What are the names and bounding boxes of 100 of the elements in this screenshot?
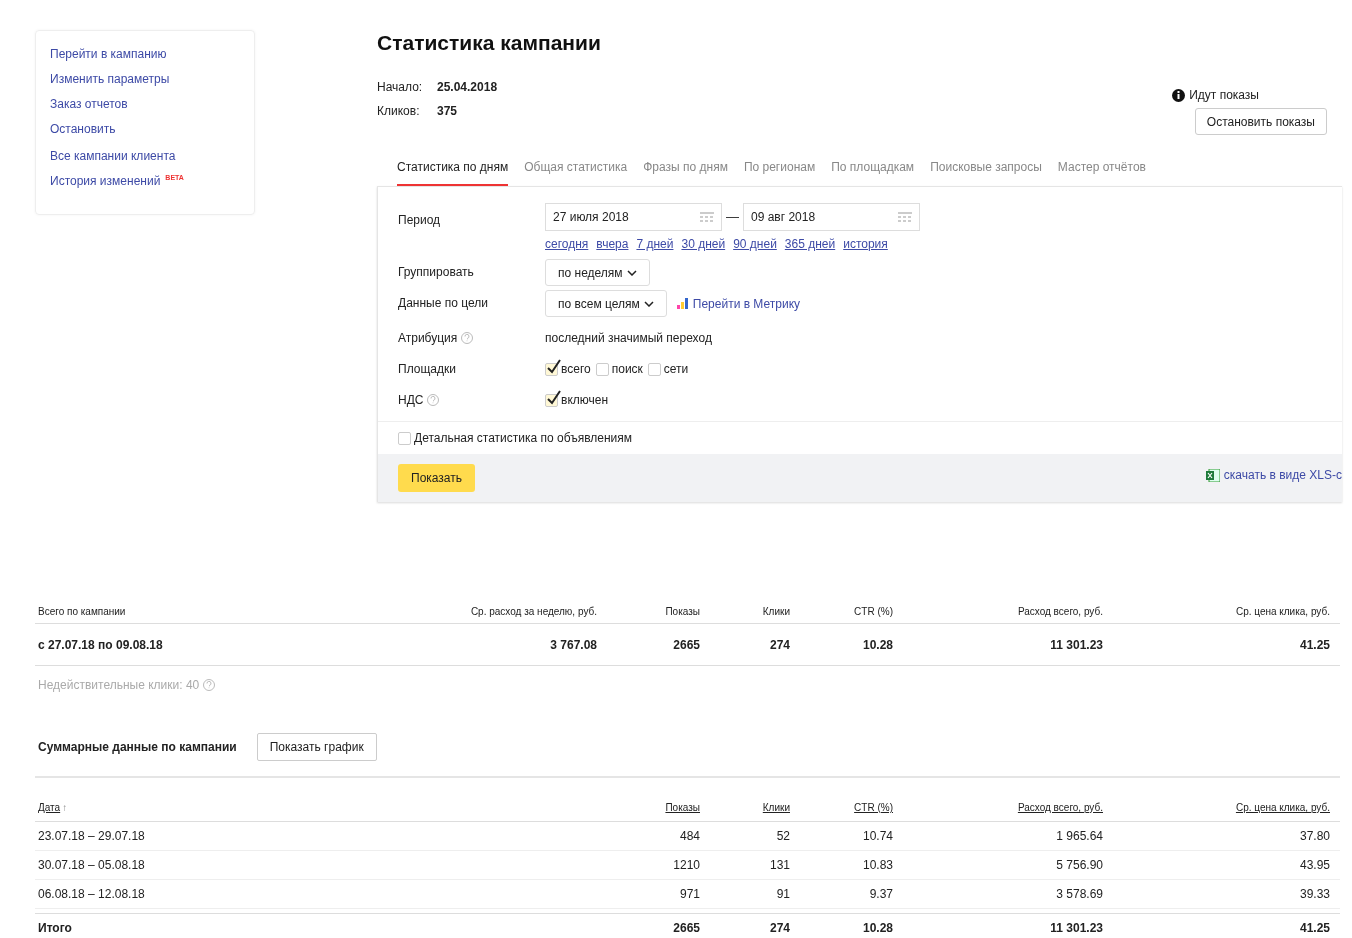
field-value: 375 — [437, 103, 458, 120]
column-header[interactable]: Клики — [762, 802, 790, 813]
table-cell-text: 10.83 — [861, 857, 894, 874]
table-cell-text: 274 — [768, 920, 791, 937]
field-label: Площадки — [398, 361, 456, 378]
stop-button[interactable]: Остановить показы — [1194, 108, 1327, 135]
tab[interactable]: По площадкам — [831, 158, 915, 186]
tab[interactable]: Фразы по дням — [643, 158, 728, 186]
table-cell-text: 30.07.18 – 05.08.18 — [37, 857, 146, 874]
tab[interactable]: Статистика по дням — [397, 158, 509, 186]
checkbox[interactable] — [545, 393, 558, 407]
table-cell-text: 3 578.69 — [1055, 886, 1104, 903]
chevron-down-icon — [643, 300, 654, 307]
table-cell-text: 37.80 — [1298, 828, 1331, 845]
table-cell-text: 43.95 — [1298, 857, 1331, 874]
date-field[interactable]: 09 авг 2018 — [743, 203, 920, 231]
table-cell-text: с 27.07.18 по 09.08.18 — [37, 636, 164, 654]
tab[interactable]: Мастер отчётов — [1057, 158, 1146, 186]
checkbox[interactable] — [398, 431, 411, 445]
period-link[interactable]: 365 дней — [784, 235, 836, 253]
tab[interactable]: Поисковые запросы — [930, 158, 1042, 186]
table-cell-text: 131 — [768, 857, 791, 874]
column-header[interactable]: Расход всего, руб. — [1017, 802, 1103, 813]
checkbox-label: Детальная статистика по объявлениям — [414, 430, 633, 447]
table-cell-text: 41.25 — [1298, 920, 1331, 937]
show-chart-button[interactable]: Показать график — [256, 733, 377, 761]
column-header: Показы — [664, 605, 701, 619]
period-link[interactable]: 90 дней — [733, 235, 777, 253]
column-header: Расход всего, руб. — [1016, 605, 1104, 619]
download-link[interactable]: скачать в виде XLS-с — [1205, 466, 1342, 484]
table-cell-text: 1210 — [672, 857, 701, 874]
checkbox[interactable] — [545, 362, 558, 376]
sidebar-link[interactable]: Перейти в кампанию — [50, 46, 240, 63]
period-link[interactable]: вчера — [596, 235, 629, 253]
table-cell-text: 9.37 — [868, 886, 894, 903]
column-header: Всего по кампании — [37, 605, 127, 619]
period-link[interactable]: история — [843, 235, 888, 253]
table-cell-text: 11 301.23 — [1049, 636, 1104, 654]
calendar-icon[interactable] — [898, 212, 912, 222]
checkbox-label: всего — [561, 361, 591, 378]
field-label: Начало: — [377, 79, 424, 96]
attribution-value: последний значимый переход — [545, 330, 712, 347]
table-cell-text: 39.33 — [1298, 886, 1331, 903]
column-header[interactable]: Дата — [38, 800, 61, 815]
period-link[interactable]: сегодня — [545, 235, 589, 253]
sidebar-link[interactable]: Заказ отчетов — [50, 96, 240, 113]
section-title: Суммарные данные по кампании — [38, 739, 237, 756]
table-cell-text: 91 — [775, 886, 791, 903]
info-icon — [1172, 88, 1186, 102]
column-header[interactable]: CTR (%) — [854, 802, 893, 813]
sort-arrow: ↑ — [62, 801, 68, 815]
table-cell-text: 1 965.64 — [1055, 828, 1104, 845]
calendar-icon[interactable] — [700, 212, 714, 222]
bar-chart-icon — [676, 298, 689, 309]
field-label: Кликов: — [377, 103, 421, 120]
tab[interactable]: По регионам — [743, 158, 816, 186]
field-value: 25.04.2018 — [437, 79, 498, 96]
period-link[interactable]: 30 дней — [681, 235, 726, 253]
select-dropdown[interactable]: по неделям — [545, 259, 650, 286]
column-header: Ср. расход за неделю, руб. — [469, 605, 598, 619]
invalid-clicks-text: Недействительные клики: 40 — [38, 677, 200, 694]
dash-text: — — [726, 208, 739, 227]
field-label: Данные по цели — [398, 295, 488, 312]
table-cell-text: 2665 — [672, 636, 701, 654]
table-cell-text: 3 767.08 — [549, 636, 598, 654]
column-header[interactable]: Показы — [665, 802, 700, 813]
status-text: Идут показы — [1189, 87, 1259, 104]
table-cell-text: 52 — [775, 828, 791, 845]
table-cell-text: 2665 — [672, 920, 701, 937]
field-label: Группировать — [398, 264, 474, 281]
table-cell-text: 10.28 — [861, 920, 894, 937]
checkbox[interactable] — [647, 362, 661, 376]
table-cell-text: 23.07.18 – 29.07.18 — [37, 828, 146, 845]
date-field[interactable]: 27 июля 2018 — [545, 203, 722, 231]
sidebar-link[interactable]: Изменить параметры — [50, 71, 240, 88]
period-link[interactable]: 7 дней — [636, 235, 674, 253]
select-dropdown[interactable]: по всем целям — [545, 290, 667, 317]
table-cell-text: Итого — [37, 920, 73, 937]
table-cell-text: 10.74 — [861, 828, 894, 845]
tab[interactable]: Общая статистика — [524, 158, 628, 186]
metrika-link[interactable]: Перейти в Метрику — [676, 294, 801, 313]
table-cell-text: 10.28 — [861, 636, 894, 654]
field-label: Атрибуция — [398, 330, 458, 347]
checkbox-label: сети — [663, 361, 689, 378]
checkbox[interactable] — [595, 362, 609, 376]
table-cell-text: 971 — [678, 886, 701, 903]
table-cell-text: 274 — [768, 636, 791, 654]
show-button[interactable]: Показать — [398, 464, 475, 492]
column-header: Ср. цена клика, руб. — [1234, 605, 1331, 619]
page-title: Статистика кампании — [377, 30, 602, 56]
column-header[interactable]: Ср. цена клика, руб. — [1235, 802, 1330, 813]
sidebar-link[interactable]: Все кампании клиента — [50, 148, 240, 165]
chevron-down-icon — [626, 269, 637, 276]
sidebar-link[interactable]: Остановить — [50, 121, 240, 138]
table-cell-text: 484 — [678, 828, 701, 845]
checkbox-label: включен — [561, 392, 609, 409]
column-header: CTR (%) — [853, 605, 894, 619]
field-label: Период — [398, 212, 441, 229]
table-cell-text: 06.08.18 – 12.08.18 — [37, 886, 146, 903]
sidebar-link[interactable]: История изменений — [50, 173, 161, 190]
